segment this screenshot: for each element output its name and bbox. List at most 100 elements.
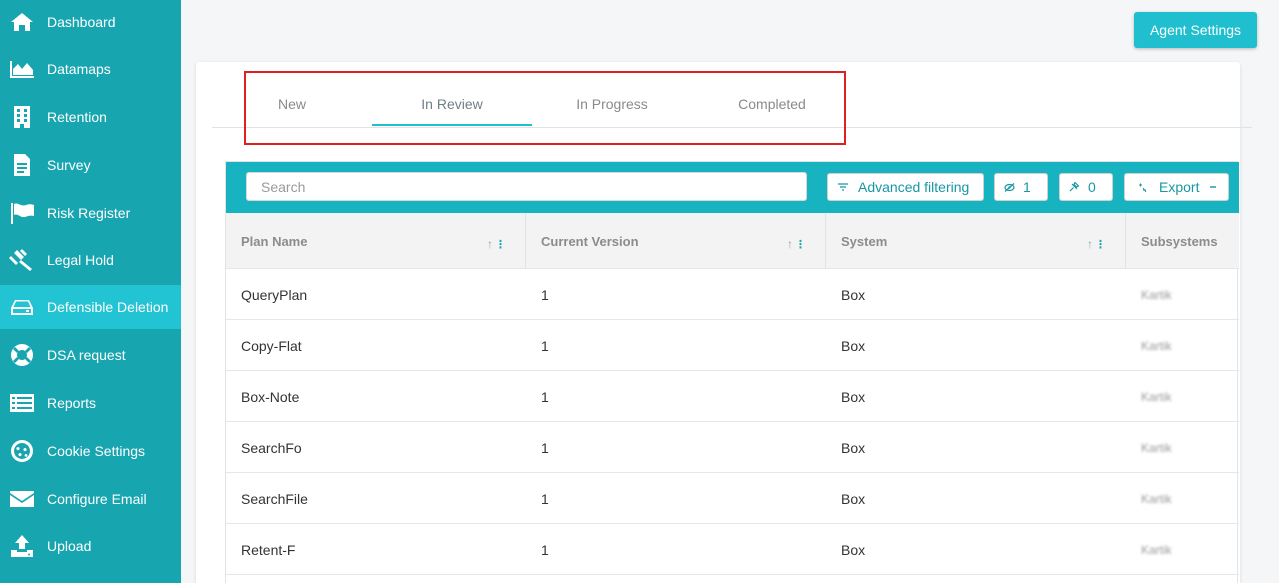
sidebar-item-label: Retention xyxy=(47,109,107,125)
search-input[interactable] xyxy=(246,172,807,201)
advanced-filtering-button[interactable]: Advanced filtering xyxy=(827,173,984,201)
sidebar-item-label: Defensible Deletion xyxy=(47,299,169,315)
life-ring-icon xyxy=(9,343,35,367)
export-button[interactable]: Export xyxy=(1124,173,1229,201)
sidebar-item-label: Legal Hold xyxy=(47,252,114,268)
upload-icon xyxy=(9,534,35,558)
sidebar-item-defensible-deletion[interactable]: Defensible Deletion xyxy=(0,285,181,329)
sidebar-item-configure-email[interactable]: Configure Email xyxy=(0,477,181,521)
gavel-icon xyxy=(9,248,35,272)
table-row[interactable]: SearchFo 1 Box Kartik xyxy=(226,422,1239,473)
plan-name-cell: Retent-F xyxy=(241,541,296,558)
sort-icon[interactable]: ↑ ⋮ xyxy=(787,237,806,251)
subsystems-cell: Kartik xyxy=(1141,287,1172,302)
tab-in-progress[interactable]: In Progress xyxy=(532,80,692,128)
plan-name-cell: SearchFile xyxy=(241,490,308,507)
sort-icon[interactable]: ↑ ⋮ xyxy=(1087,237,1106,251)
system-cell: Box xyxy=(841,439,866,456)
tab-completed[interactable]: Completed xyxy=(692,80,852,128)
version-cell: 1 xyxy=(541,490,549,507)
hidden-columns-button[interactable]: 1 xyxy=(994,173,1048,201)
home-icon xyxy=(9,10,35,34)
column-header-subsystems[interactable]: Subsystems xyxy=(1126,213,1239,269)
hard-drive-icon xyxy=(9,295,35,319)
subsystems-cell: Kartik xyxy=(1141,491,1172,506)
sidebar-item-legal-hold[interactable]: Legal Hold xyxy=(0,238,181,282)
plans-card: New In Review In Progress Completed Adva… xyxy=(196,62,1252,583)
version-cell: 1 xyxy=(541,439,549,456)
sidebar-item-label: DSA request xyxy=(47,347,126,363)
column-header-system[interactable]: System ↑ ⋮ xyxy=(826,213,1126,269)
sidebar-item-upload[interactable]: Upload xyxy=(0,524,181,568)
export-label: Export xyxy=(1159,179,1200,195)
system-cell: Box xyxy=(841,388,866,405)
table-row[interactable]: SearchFile 1 Box Kartik xyxy=(226,473,1239,524)
sidebar-item-label: Cookie Settings xyxy=(47,443,146,459)
column-header-current-version[interactable]: Current Version ↑ ⋮ xyxy=(526,213,826,269)
sidebar-item-label: Datamaps xyxy=(47,61,111,77)
subsystems-cell: Kartik xyxy=(1141,389,1172,404)
plan-name-cell: SearchFo xyxy=(241,439,302,456)
table-toolbar: Advanced filtering 1 0 xyxy=(226,162,1239,213)
table-row[interactable]: Box-Note 1 Box Kartik xyxy=(226,371,1239,422)
sidebar-item-label: Configure Email xyxy=(47,491,147,507)
sidebar-item-datamaps[interactable]: Datamaps xyxy=(0,47,181,91)
table-header: Plan Name ↑ ⋮ Current Version ↑ ⋮ System ↑… xyxy=(226,213,1239,269)
document-icon xyxy=(9,153,35,177)
area-chart-icon xyxy=(9,57,35,81)
active-tab-indicator xyxy=(372,124,532,126)
cookie-icon xyxy=(9,439,35,463)
column-header-label: Current Version xyxy=(541,233,639,249)
system-cell: Box xyxy=(841,541,866,558)
sidebar-item-label: Risk Register xyxy=(47,205,131,221)
building-icon xyxy=(9,105,35,129)
table-row[interactable]: QueryPlan 1 Box Kartik xyxy=(226,269,1239,320)
tab-new[interactable]: New xyxy=(212,80,372,128)
version-cell: 1 xyxy=(541,337,549,354)
subsystems-cell: Kartik xyxy=(1141,542,1172,557)
version-cell: 1 xyxy=(541,541,549,558)
sidebar-item-dashboard[interactable]: Dashboard xyxy=(0,0,181,44)
advanced-filtering-label: Advanced filtering xyxy=(858,179,970,195)
sidebar-item-label: Dashboard xyxy=(47,14,116,30)
pinned-columns-button[interactable]: 0 xyxy=(1059,173,1113,201)
plans-table: Advanced filtering 1 0 xyxy=(225,161,1239,583)
tab-in-review[interactable]: In Review xyxy=(372,80,532,128)
sidebar-item-label: Reports xyxy=(47,395,97,411)
system-cell: Box xyxy=(841,286,866,303)
subsystems-cell: Kartik xyxy=(1141,440,1172,455)
pinned-columns-count: 0 xyxy=(1088,179,1096,195)
filter-icon xyxy=(828,183,858,191)
plan-name-cell: Copy-Flat xyxy=(241,337,302,354)
main-content: Agent Settings New In Review In Progress… xyxy=(181,0,1279,583)
sidebar: Dashboard Datamaps Retention Survey Risk… xyxy=(0,0,181,583)
sidebar-item-retention[interactable]: Retention xyxy=(0,95,181,139)
version-cell: 1 xyxy=(541,286,549,303)
plan-name-cell: Box-Note xyxy=(241,388,300,405)
sidebar-item-dsa-request[interactable]: DSA request xyxy=(0,333,181,377)
column-header-label: Subsystems xyxy=(1141,233,1218,249)
flag-icon xyxy=(9,201,35,225)
eye-slash-icon xyxy=(995,182,1023,192)
list-icon xyxy=(9,391,35,415)
column-header-label: Plan Name xyxy=(241,233,308,249)
sidebar-item-cookie-settings[interactable]: Cookie Settings xyxy=(0,429,181,473)
sort-icon[interactable]: ↑ ⋮ xyxy=(487,237,506,251)
agent-settings-button[interactable]: Agent Settings xyxy=(1134,12,1257,48)
column-header-plan-name[interactable]: Plan Name ↑ ⋮ xyxy=(226,213,526,269)
table-row[interactable]: Copy-Flat 1 Box Kartik xyxy=(226,320,1239,371)
table-row[interactable]: Retent-F 1 Box Kartik xyxy=(226,524,1239,575)
dropdown-caret-icon xyxy=(1203,186,1223,188)
column-header-label: System xyxy=(841,233,888,249)
hidden-columns-count: 1 xyxy=(1023,179,1031,195)
sidebar-item-survey[interactable]: Survey xyxy=(0,143,181,187)
sidebar-item-reports[interactable]: Reports xyxy=(0,381,181,425)
pin-icon xyxy=(1060,182,1088,192)
version-cell: 1 xyxy=(541,388,549,405)
sidebar-item-label: Survey xyxy=(47,157,91,173)
sidebar-item-label: Upload xyxy=(47,538,92,554)
sidebar-item-risk-register[interactable]: Risk Register xyxy=(0,191,181,235)
plan-name-cell: QueryPlan xyxy=(241,286,308,303)
export-icon xyxy=(1125,183,1159,192)
system-cell: Box xyxy=(841,490,866,507)
